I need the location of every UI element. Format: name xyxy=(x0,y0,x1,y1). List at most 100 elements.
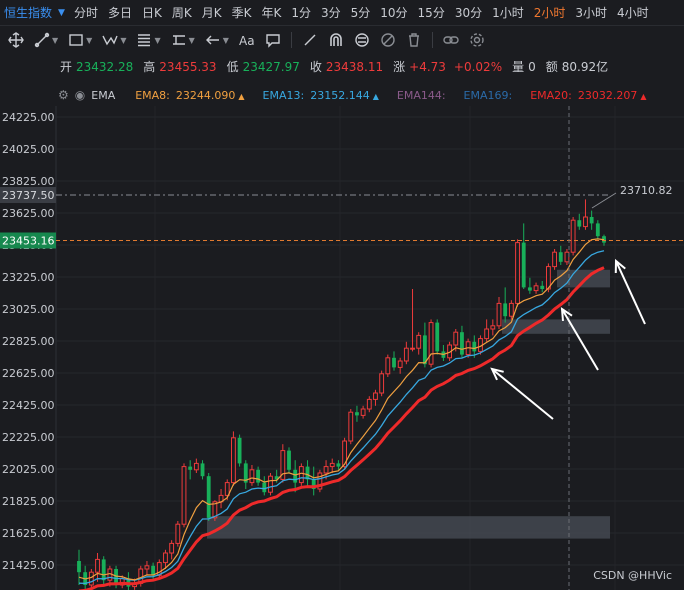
candle-body xyxy=(329,462,335,468)
y-tick-label: 24225.00 xyxy=(2,111,55,124)
ema-value: 23244.090 xyxy=(175,88,236,102)
candle-body xyxy=(249,469,255,484)
candle-body xyxy=(589,217,594,224)
candle-body xyxy=(366,398,372,410)
candle-body xyxy=(595,223,600,237)
ema-label: EMA169: xyxy=(463,88,513,102)
candle-body xyxy=(101,559,106,581)
annotation-arrow xyxy=(615,260,646,325)
candle-body xyxy=(237,437,242,464)
up-arrow-icon: ▲ xyxy=(372,91,379,101)
candle-body xyxy=(484,328,490,340)
up-arrow-icon: ▲ xyxy=(640,91,647,101)
candle-body xyxy=(169,542,175,554)
candle-body xyxy=(293,469,298,483)
indicator-name[interactable]: EMA xyxy=(91,89,115,102)
candle-body xyxy=(175,523,181,544)
y-tick-label: 23625.00 xyxy=(2,207,55,220)
indicator-values: EMA8: 23244.090 ▲ EMA13: 23152.144 ▲ EMA144: EM… xyxy=(135,89,664,102)
candle-body xyxy=(95,558,100,573)
candle-body xyxy=(403,347,409,362)
candle-body xyxy=(298,466,304,484)
max-price-label: 23710.82 xyxy=(620,184,673,197)
candle-body xyxy=(181,466,187,525)
candle-body xyxy=(503,303,508,317)
candle-body xyxy=(428,322,434,365)
candle-body xyxy=(460,332,464,355)
candle-body xyxy=(435,322,440,352)
y-tick-label: 21825.00 xyxy=(2,495,55,508)
y-tick-label: 23025.00 xyxy=(2,303,55,316)
candle-body xyxy=(287,450,291,470)
annotation-arrow xyxy=(491,368,554,420)
gear-icon[interactable]: ⚙ xyxy=(58,88,69,102)
candle-body xyxy=(570,219,576,253)
ema-value-item: EMA169: xyxy=(464,89,513,102)
eye-icon[interactable]: ◉ xyxy=(75,88,85,102)
candle-body xyxy=(558,252,563,262)
candle-body xyxy=(77,561,81,573)
y-tick-label: 23225.00 xyxy=(2,271,55,284)
y-tick-label: 22225.00 xyxy=(2,431,55,444)
candle-body xyxy=(552,251,558,268)
y-tick-label: 23825.00 xyxy=(2,175,55,188)
candle-body xyxy=(268,475,273,493)
candle-body xyxy=(144,565,150,570)
ema-value-item: EMA20: 23032.207 ▲ xyxy=(530,89,646,102)
ema-label: EMA144: xyxy=(396,88,446,102)
ema-label: EMA20: xyxy=(530,88,572,102)
ema20-line xyxy=(78,266,605,590)
candle-body xyxy=(508,302,514,317)
candle-body xyxy=(527,287,532,291)
candle-body xyxy=(564,251,570,263)
candle-body xyxy=(336,463,341,467)
ema-value: 23032.207 xyxy=(577,88,638,102)
y-tick-label: 24025.00 xyxy=(2,143,55,156)
candle-body xyxy=(355,412,359,416)
ema-value-item: EMA144: xyxy=(397,89,446,102)
ema-value-item: EMA13: 23152.144 ▲ xyxy=(263,89,379,102)
support-zone xyxy=(502,319,610,334)
y-tick-label: 22025.00 xyxy=(2,463,55,476)
candle-body xyxy=(188,466,193,470)
candle-body xyxy=(515,242,520,304)
ema-label: EMA8: xyxy=(135,88,170,102)
candle-body xyxy=(348,411,354,442)
y-tick-label: 21425.00 xyxy=(2,559,55,572)
candle-body xyxy=(373,392,378,400)
ema-value: 23152.144 xyxy=(310,88,370,102)
candle-body xyxy=(200,463,205,477)
candle-body xyxy=(422,335,427,365)
y-tick-label: 22825.00 xyxy=(2,335,55,348)
candle-body xyxy=(262,482,267,493)
indicator-bar: ⚙ ◉ EMA EMA8: 23244.090 ▲ EMA13: 23152.144 ▲ E… xyxy=(0,84,684,106)
candle-body xyxy=(392,357,396,368)
y-tick-label: 22425.00 xyxy=(2,399,55,412)
candle-body xyxy=(163,552,168,564)
watermark: CSDN @HHVic xyxy=(593,569,672,582)
y-tick-label: 21625.00 xyxy=(2,527,55,540)
ema-value-item: EMA8: 23244.090 ▲ xyxy=(135,89,244,102)
candle-body xyxy=(583,216,588,228)
candle-body xyxy=(416,334,422,349)
candle-body xyxy=(533,285,539,292)
y-tick-label: 22625.00 xyxy=(2,367,55,380)
candle-body xyxy=(472,341,477,352)
support-zone xyxy=(207,516,610,539)
up-arrow-icon: ▲ xyxy=(238,91,245,101)
ema-label: EMA13: xyxy=(262,88,305,102)
high-marker-label: 23737.50 xyxy=(2,189,55,202)
candle-body xyxy=(490,325,496,330)
candle-body xyxy=(577,220,582,227)
candle-body xyxy=(540,285,545,289)
candle-body xyxy=(453,331,459,346)
candle-body xyxy=(323,466,329,474)
candle-body xyxy=(521,242,526,288)
candle-body xyxy=(230,437,236,484)
candle-body xyxy=(256,469,261,483)
price-tag-label: 23453.16 xyxy=(2,234,55,247)
candle-body xyxy=(385,357,391,375)
annotation-arrow xyxy=(561,308,599,371)
candle-body xyxy=(193,462,199,471)
candle-body xyxy=(496,302,502,327)
